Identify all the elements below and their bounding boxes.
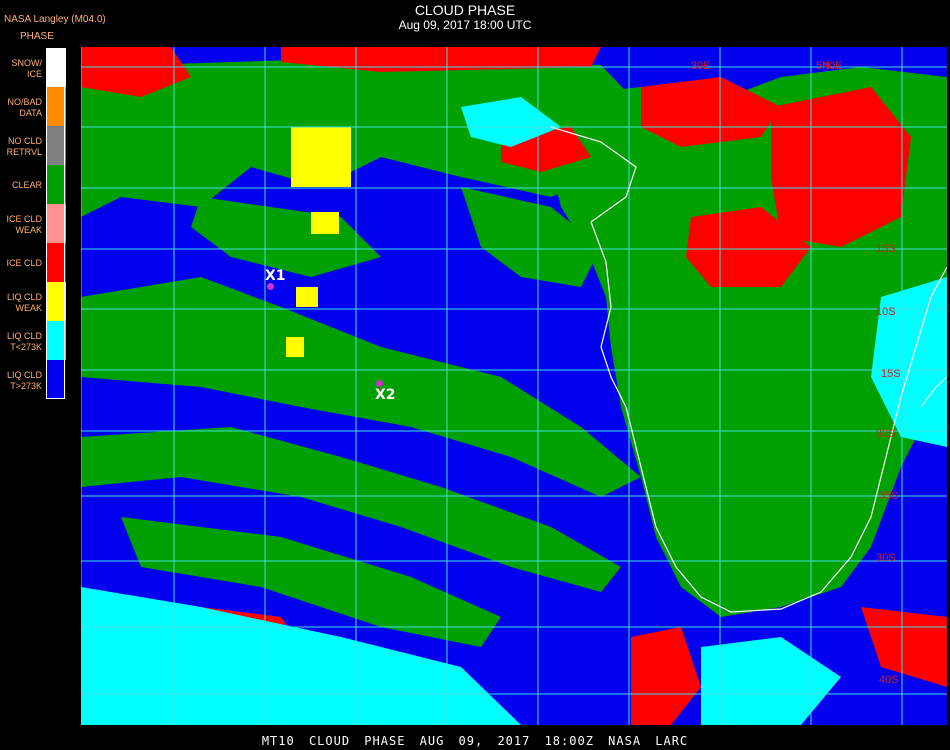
cloud-phase-map: 30E 5N 40E 15S 10S 15S 30S 35S 30S 40S X…	[81, 47, 947, 725]
marker-x2-dot	[376, 380, 383, 387]
grid-label: 30S	[876, 552, 896, 564]
legend-label: NO/BAD DATA	[7, 97, 42, 118]
footer-caption: MT10 CLOUD PHASE AUG 09, 2017 18:00Z NAS…	[261, 734, 689, 748]
grid-label: 10S	[876, 306, 896, 318]
legend-label: NO CLD RETRVL	[6, 136, 42, 157]
legend-label: LIQ CLD WEAK	[6, 292, 42, 313]
liquid-weak-patch-4	[286, 337, 304, 357]
legend-label: LIQ CLD T<273K	[6, 331, 42, 352]
grid-label: 30E	[691, 60, 711, 72]
legend-label: SNOW/ ICE	[11, 58, 43, 79]
grid-label: 40S	[879, 674, 899, 686]
legend-label: ICE CLD WEAK	[6, 214, 42, 235]
page-title: CLOUD PHASE	[414, 2, 516, 18]
legend-frame	[46, 48, 65, 399]
legend-label: LIQ CLD T>273K	[6, 370, 42, 391]
grid-label: 30S	[876, 428, 896, 440]
grid-label: 15S	[876, 243, 896, 255]
marker-x1-label: X1	[265, 268, 286, 284]
liquid-weak-patch-2	[311, 212, 339, 234]
page-datetime: Aug 09, 2017 18:00 UTC	[398, 18, 532, 32]
legend-label: CLEAR	[11, 180, 42, 190]
header-org: NASA Langley (M04.0)	[4, 14, 106, 25]
marker-x1-dot	[267, 283, 274, 290]
legend-label: ICE CLD	[6, 258, 42, 268]
liquid-weak-patch-3	[296, 287, 318, 307]
liquid-weak-patch-1	[291, 127, 351, 187]
map-canvas: 30E 5N 40E 15S 10S 15S 30S 35S 30S 40S	[81, 47, 947, 725]
grid-label: 35S	[879, 490, 899, 502]
marker-x2-label: X2	[375, 387, 396, 403]
legend-title: PHASE	[20, 31, 54, 42]
grid-label: 15S	[881, 368, 901, 380]
grid-label: 40E	[823, 60, 843, 72]
